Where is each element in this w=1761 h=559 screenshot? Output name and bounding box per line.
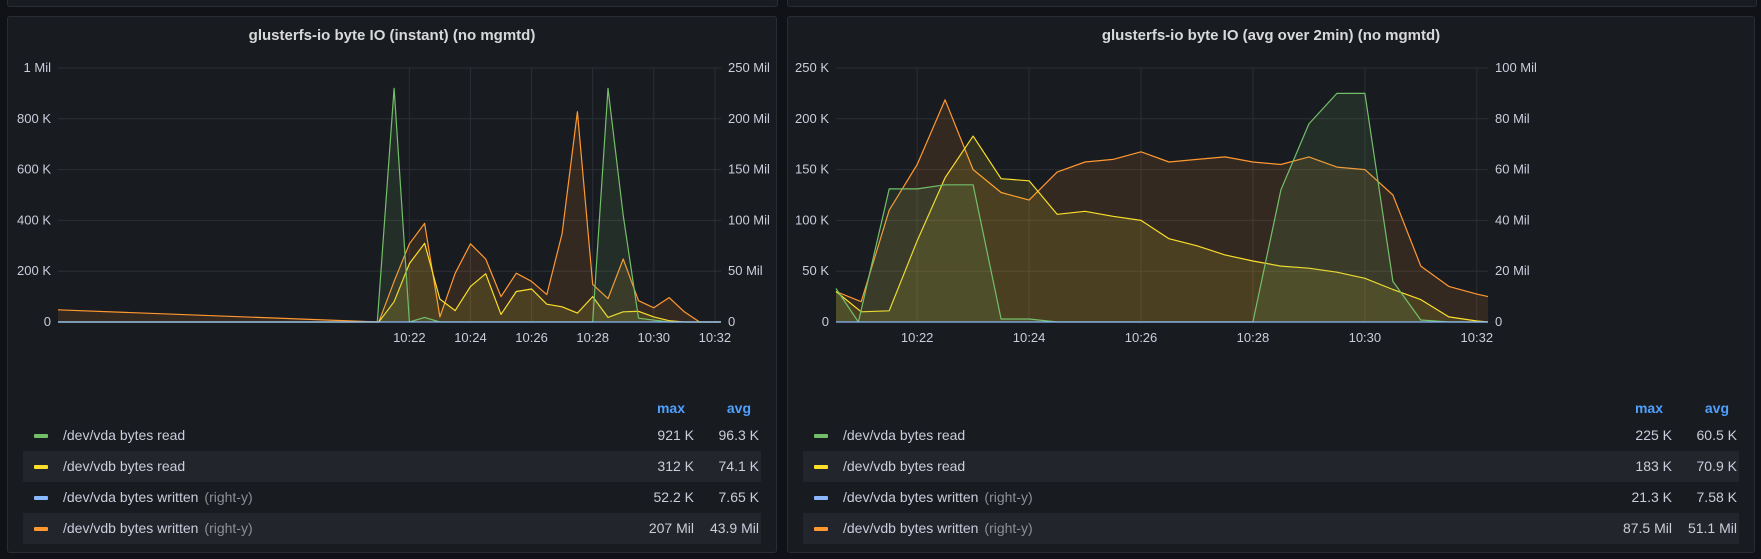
y-left-tick-label: 200 K: [795, 111, 829, 126]
previous-panel-edge-left: [7, 0, 778, 7]
y-right-tick-label: 60 Mil: [1495, 162, 1530, 177]
legend: max avg /dev/vda bytes read 921 K 96.3 K…: [23, 398, 761, 544]
legend-avg-value: 70.9 K: [1696, 458, 1737, 474]
legend-axis-note: (right-y): [204, 489, 253, 505]
x-tick-label: 10:32: [1461, 330, 1494, 345]
y-right-tick-label: 100 Mil: [1495, 60, 1537, 75]
legend-header: max avg: [803, 398, 1739, 420]
series-color-swatch[interactable]: [34, 496, 48, 500]
legend-max-value: 21.3 K: [1631, 489, 1672, 505]
legend-max-value: 225 K: [1635, 427, 1672, 443]
y-right-tick-label: 80 Mil: [1495, 111, 1530, 126]
legend-row-vdb-written[interactable]: /dev/vdb bytes written (right-y) 207 Mil …: [23, 513, 761, 544]
legend-max-value: 87.5 Mil: [1622, 520, 1672, 536]
legend-max-value: 183 K: [1635, 458, 1672, 474]
legend-max-header[interactable]: max: [1635, 400, 1663, 416]
legend-row-vdb-read[interactable]: /dev/vdb bytes read 183 K 70.9 K: [803, 451, 1739, 482]
legend-max-value: 921 K: [657, 427, 694, 443]
legend-avg-value: 43.9 Mil: [709, 520, 759, 536]
y-left-tick-label: 400 K: [17, 212, 51, 227]
legend-series-name[interactable]: /dev/vdb bytes written: [843, 520, 978, 536]
x-tick-label: 10:26: [515, 330, 548, 345]
legend-max-value: 207 Mil: [648, 520, 694, 536]
series-color-swatch[interactable]: [814, 527, 828, 531]
y-right-tick-label: 200 Mil: [728, 111, 770, 126]
y-left-tick-label: 800 K: [17, 111, 51, 126]
legend-series-name[interactable]: /dev/vda bytes read: [63, 427, 185, 443]
previous-panel-edge-right: [787, 0, 1757, 7]
x-tick-label: 10:30: [638, 330, 671, 345]
y-left-tick-label: 50 K: [802, 263, 829, 278]
y-left-tick-label: 1 Mil: [24, 60, 52, 75]
panel-instant-byte-io[interactable]: glusterfs-io byte IO (instant) (no mgmtd…: [7, 16, 777, 553]
series-color-swatch[interactable]: [34, 527, 48, 531]
y-right-tick-label: 100 Mil: [728, 212, 770, 227]
x-tick-label: 10:32: [699, 330, 732, 345]
legend: max avg /dev/vda bytes read 225 K 60.5 K…: [803, 398, 1739, 544]
x-tick-label: 10:24: [454, 330, 487, 345]
legend-axis-note: (right-y): [204, 520, 253, 536]
legend-series-name[interactable]: /dev/vdb bytes written: [63, 520, 198, 536]
y-left-tick-label: 150 K: [795, 162, 829, 177]
legend-avg-header[interactable]: avg: [1705, 400, 1729, 416]
legend-avg-value: 60.5 K: [1696, 427, 1737, 443]
legend-avg-header[interactable]: avg: [727, 400, 751, 416]
y-left-tick-label: 200 K: [17, 263, 51, 278]
series-color-swatch[interactable]: [814, 496, 828, 500]
series-color-swatch[interactable]: [34, 434, 48, 438]
legend-row-vda-written[interactable]: /dev/vda bytes written (right-y) 52.2 K 7…: [23, 482, 761, 513]
legend-series-name[interactable]: /dev/vdb bytes read: [843, 458, 965, 474]
chart-instant-byte-io: 0 200 K 400 K 600 K 800 K 1 Mil 0 50 Mil 100 Mil…: [17, 60, 770, 345]
x-tick-label: 10:28: [1237, 330, 1270, 345]
legend-row-vda-written[interactable]: /dev/vda bytes written (right-y) 21.3 K 7…: [803, 482, 1739, 513]
legend-axis-note: (right-y): [984, 489, 1033, 505]
y-right-tick-label: 0: [728, 314, 735, 329]
legend-avg-value: 51.1 Mil: [1687, 520, 1737, 536]
y-right-tick-label: 50 Mil: [728, 263, 763, 278]
panel-avg-byte-io[interactable]: glusterfs-io byte IO (avg over 2min) (no…: [787, 16, 1755, 553]
legend-header: max avg: [23, 398, 761, 420]
legend-avg-value: 74.1 K: [718, 458, 759, 474]
legend-series-name[interactable]: /dev/vda bytes written: [843, 489, 978, 505]
legend-max-value: 52.2 K: [653, 489, 694, 505]
y-right-tick-label: 0: [1495, 314, 1502, 329]
series-color-swatch[interactable]: [34, 465, 48, 469]
series-color-swatch[interactable]: [814, 465, 828, 469]
y-left-tick-label: 600 K: [17, 162, 51, 177]
legend-row-vda-read[interactable]: /dev/vda bytes read 921 K 96.3 K: [23, 420, 761, 451]
y-right-tick-label: 250 Mil: [728, 60, 770, 75]
legend-row-vda-read[interactable]: /dev/vda bytes read 225 K 60.5 K: [803, 420, 1739, 451]
legend-row-vdb-written[interactable]: /dev/vdb bytes written (right-y) 87.5 Mil…: [803, 513, 1739, 544]
series-color-swatch[interactable]: [814, 434, 828, 438]
x-tick-label: 10:26: [1125, 330, 1158, 345]
y-right-tick-label: 40 Mil: [1495, 212, 1530, 227]
y-right-tick-label: 20 Mil: [1495, 263, 1530, 278]
legend-series-name[interactable]: /dev/vda bytes read: [843, 427, 965, 443]
y-left-tick-label: 250 K: [795, 60, 829, 75]
y-left-tick-label: 100 K: [795, 212, 829, 227]
y-left-tick-label: 0: [822, 314, 829, 329]
legend-series-name[interactable]: /dev/vda bytes written: [63, 489, 198, 505]
legend-avg-value: 7.65 K: [718, 489, 759, 505]
x-tick-label: 10:24: [1013, 330, 1046, 345]
x-tick-label: 10:30: [1349, 330, 1382, 345]
x-tick-label: 10:22: [901, 330, 934, 345]
x-tick-label: 10:28: [576, 330, 609, 345]
legend-row-vdb-read[interactable]: /dev/vdb bytes read 312 K 74.1 K: [23, 451, 761, 482]
chart-avg-byte-io: 0 50 K 100 K 150 K 200 K 250 K 0 20 Mil 40 Mil 60…: [795, 60, 1537, 345]
y-right-tick-label: 150 Mil: [728, 162, 770, 177]
legend-avg-value: 96.3 K: [718, 427, 759, 443]
legend-avg-value: 7.58 K: [1696, 489, 1737, 505]
legend-max-value: 312 K: [657, 458, 694, 474]
legend-max-header[interactable]: max: [657, 400, 685, 416]
legend-axis-note: (right-y): [984, 520, 1033, 536]
y-left-tick-label: 0: [44, 314, 51, 329]
x-tick-label: 10:22: [393, 330, 426, 345]
legend-series-name[interactable]: /dev/vdb bytes read: [63, 458, 185, 474]
